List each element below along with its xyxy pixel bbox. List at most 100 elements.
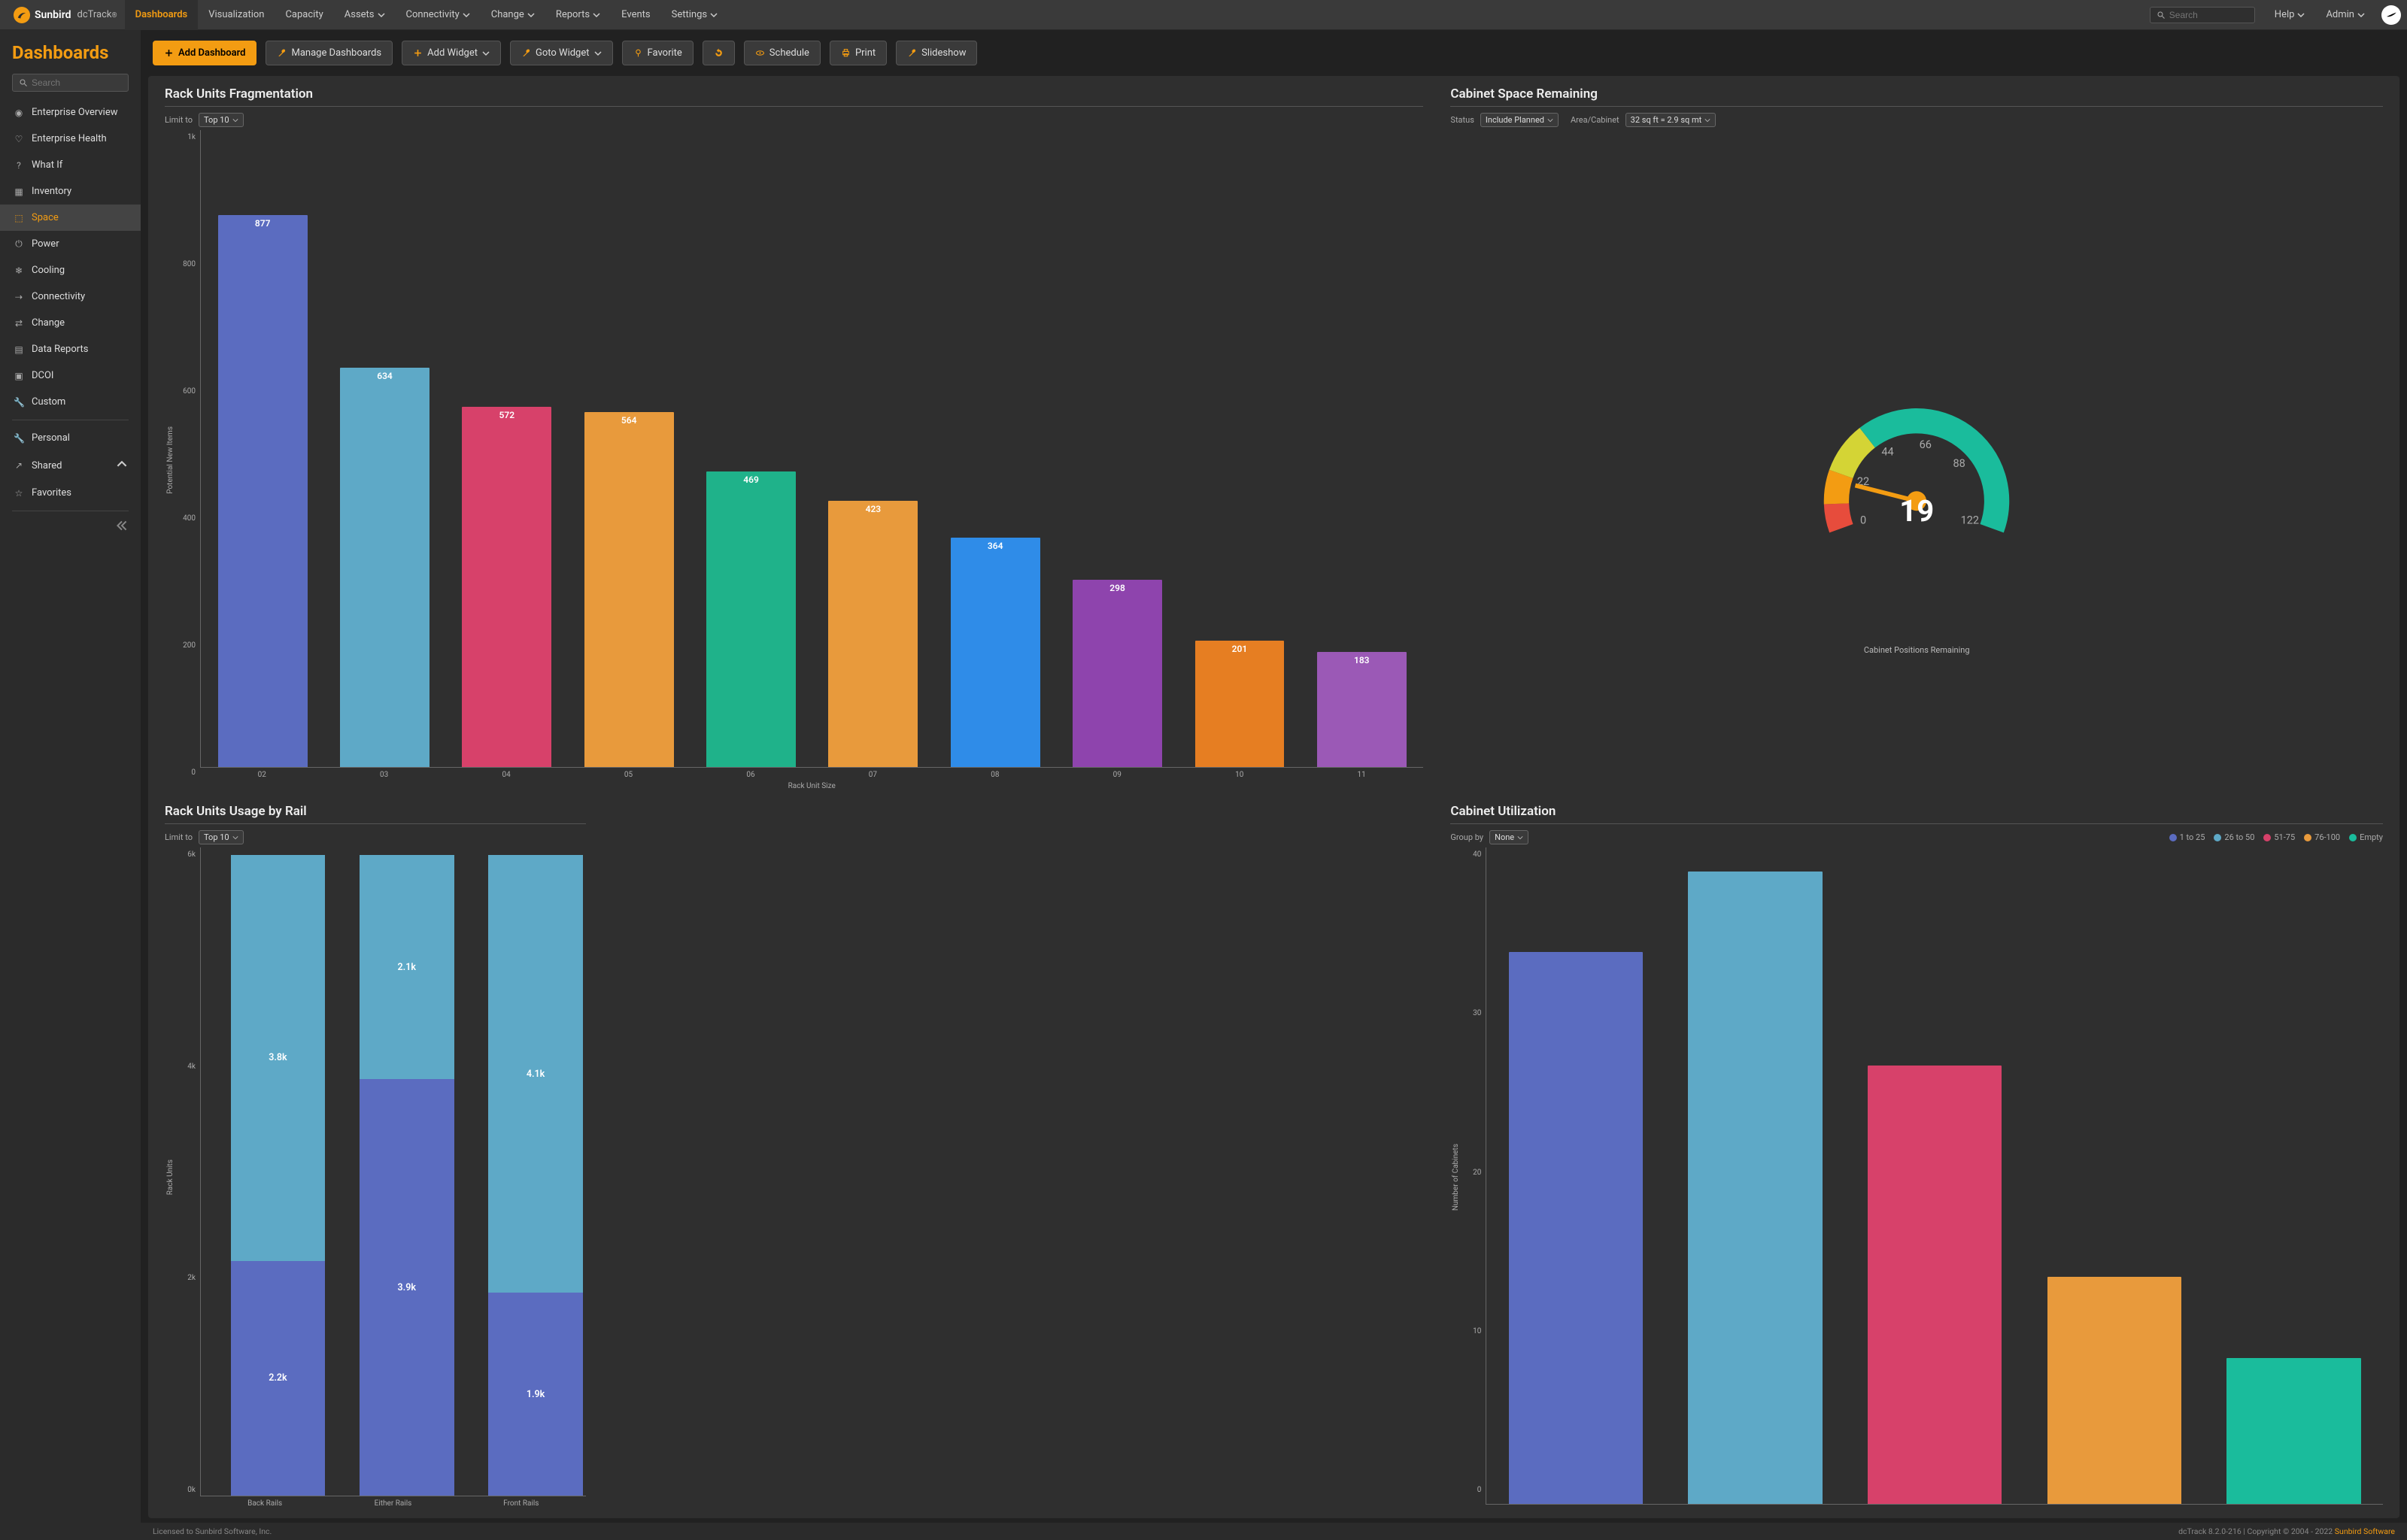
chevron-down-icon xyxy=(232,117,238,123)
topnav-item-visualization[interactable]: Visualization xyxy=(198,0,275,30)
sidebar-item-dcoi[interactable]: ▣DCOI xyxy=(0,362,141,389)
group-select[interactable]: None xyxy=(1489,830,1528,844)
bar-value-label: 469 xyxy=(743,474,759,485)
bar[interactable]: 298 xyxy=(1073,580,1162,767)
bar[interactable] xyxy=(2226,1358,2360,1504)
sidebar-item-connectivity[interactable]: ⇢Connectivity xyxy=(0,283,141,310)
sidebar-search[interactable] xyxy=(12,74,129,92)
widget-title: Cabinet Space Remaining xyxy=(1450,86,2383,107)
sidebar-item-label: Cooling xyxy=(32,265,65,276)
bar[interactable]: 469 xyxy=(706,471,796,767)
y-tick: 20 xyxy=(1473,1169,1481,1177)
bar-value-label: 364 xyxy=(988,541,1003,551)
slideshow-button[interactable]: Slideshow xyxy=(896,41,977,65)
add-widget-button[interactable]: Add Widget xyxy=(402,41,501,65)
sidebar-icon: ⬚ xyxy=(14,213,24,223)
x-tick: 04 xyxy=(449,771,563,779)
topnav-item-settings[interactable]: Settings xyxy=(661,0,728,30)
help-menu[interactable]: Help xyxy=(2264,0,2316,30)
sidebar-item-personal[interactable]: 🔧Personal xyxy=(0,425,141,451)
sidebar-item-shared[interactable]: ↗Shared xyxy=(0,451,141,480)
chevron-down-icon xyxy=(594,50,602,57)
refresh-button[interactable] xyxy=(703,41,735,65)
sidebar-item-label: Connectivity xyxy=(32,291,85,302)
legend-item[interactable]: 51-75 xyxy=(2263,832,2295,842)
y-tick: 10 xyxy=(1473,1327,1481,1335)
legend-swatch xyxy=(2214,834,2221,841)
sidebar-search-input[interactable] xyxy=(32,77,122,88)
manage-dashboards-button[interactable]: Manage Dashboards xyxy=(266,41,393,65)
area-select[interactable]: 32 sq ft = 2.9 sq mt xyxy=(1625,113,1716,127)
topnav-item-dashboards[interactable]: Dashboards xyxy=(125,0,199,30)
y-axis-label: Potential New Items xyxy=(165,426,175,494)
bar[interactable]: 877 xyxy=(218,215,308,767)
sidebar-icon: ▣ xyxy=(14,371,24,381)
add-dashboard-button[interactable]: Add Dashboard xyxy=(153,41,256,65)
wrench-icon xyxy=(907,48,917,58)
bar[interactable]: 564 xyxy=(584,412,674,767)
limit-select[interactable]: Top 10 xyxy=(199,113,244,127)
avatar[interactable] xyxy=(2381,5,2401,25)
topnav-item-change[interactable]: Change xyxy=(481,0,545,30)
sidebar-item-label: Power xyxy=(32,238,59,250)
global-search[interactable] xyxy=(2150,7,2255,23)
eye-icon xyxy=(755,48,765,58)
bar[interactable]: 201 xyxy=(1195,641,1285,767)
bar-value-label: 634 xyxy=(377,371,393,381)
topnav-item-assets[interactable]: Assets xyxy=(334,0,396,30)
bar[interactable]: 364 xyxy=(951,538,1040,767)
global-search-input[interactable] xyxy=(2169,10,2248,20)
y-tick: 0 xyxy=(1477,1486,1482,1494)
topnav-item-reports[interactable]: Reports xyxy=(545,0,611,30)
sidebar-item-data-reports[interactable]: ▤Data Reports xyxy=(0,336,141,362)
legend-label: Empty xyxy=(2360,832,2383,842)
bar[interactable] xyxy=(2047,1277,2181,1504)
bar[interactable]: 572 xyxy=(462,407,551,767)
sidebar-item-custom[interactable]: 🔧Custom xyxy=(0,389,141,415)
topnav-item-capacity[interactable]: Capacity xyxy=(275,0,333,30)
stacked-bar[interactable]: 3.9k2.1k xyxy=(360,855,454,1496)
bar[interactable] xyxy=(1509,952,1643,1504)
schedule-button[interactable]: Schedule xyxy=(744,41,821,65)
sidebar-item-space[interactable]: ⬚ Space xyxy=(0,205,141,231)
sidebar-icon: 🔧 xyxy=(14,433,24,444)
footer-link[interactable]: Sunbird Software xyxy=(2335,1526,2395,1536)
sidebar-item-enterprise-overview[interactable]: ◉Enterprise Overview xyxy=(0,99,141,126)
topnav-item-connectivity[interactable]: Connectivity xyxy=(396,0,481,30)
sidebar-icon: ⇄ xyxy=(14,318,24,329)
bar[interactable]: 634 xyxy=(340,368,429,767)
print-button[interactable]: Print xyxy=(830,41,887,65)
bar[interactable]: 423 xyxy=(828,501,918,767)
stacked-bar[interactable]: 2.2k3.8k xyxy=(231,855,326,1496)
page-title: Dashboards xyxy=(0,38,141,74)
legend-item[interactable]: 76-100 xyxy=(2304,832,2340,842)
bar[interactable] xyxy=(1868,1066,2002,1504)
pin-icon xyxy=(633,48,643,58)
limit-select[interactable]: Top 10 xyxy=(199,830,244,844)
sidebar-item-favorites[interactable]: ☆Favorites xyxy=(0,480,141,506)
sidebar-item-what-if[interactable]: ?What If xyxy=(0,152,141,178)
plus-icon xyxy=(413,48,423,58)
sidebar-item-change[interactable]: ⇄Change xyxy=(0,310,141,336)
legend-item[interactable]: 26 to 50 xyxy=(2214,832,2254,842)
goto-widget-button[interactable]: Goto Widget xyxy=(510,41,613,65)
sidebar-item-cooling[interactable]: ❄Cooling xyxy=(0,257,141,283)
favorite-button[interactable]: Favorite xyxy=(622,41,694,65)
sidebar-item-enterprise-health[interactable]: ♡Enterprise Health xyxy=(0,126,141,152)
sidebar-item-power[interactable]: ⏻Power xyxy=(0,231,141,257)
topnav-item-events[interactable]: Events xyxy=(611,0,660,30)
chevron-down-icon xyxy=(1547,117,1553,123)
legend-item[interactable]: 1 to 25 xyxy=(2169,832,2205,842)
stacked-bar[interactable]: 1.9k4.1k xyxy=(488,855,583,1496)
legend-item[interactable]: Empty xyxy=(2349,832,2383,842)
bar[interactable]: 183 xyxy=(1317,652,1407,767)
collapse-sidebar[interactable] xyxy=(0,516,141,535)
bar[interactable] xyxy=(1688,872,1822,1504)
y-tick: 40 xyxy=(1473,850,1481,859)
sidebar-item-inventory[interactable]: ▦Inventory xyxy=(0,178,141,205)
admin-menu[interactable]: Admin xyxy=(2315,0,2375,30)
sidebar-item-label: Space xyxy=(32,212,59,223)
status-select[interactable]: Include Planned xyxy=(1480,113,1559,127)
x-tick: Either Rails xyxy=(332,1499,453,1508)
stacked-bar-chart: 2.2k3.8k 3.9k2.1k 1.9k4.1k xyxy=(200,847,586,1496)
